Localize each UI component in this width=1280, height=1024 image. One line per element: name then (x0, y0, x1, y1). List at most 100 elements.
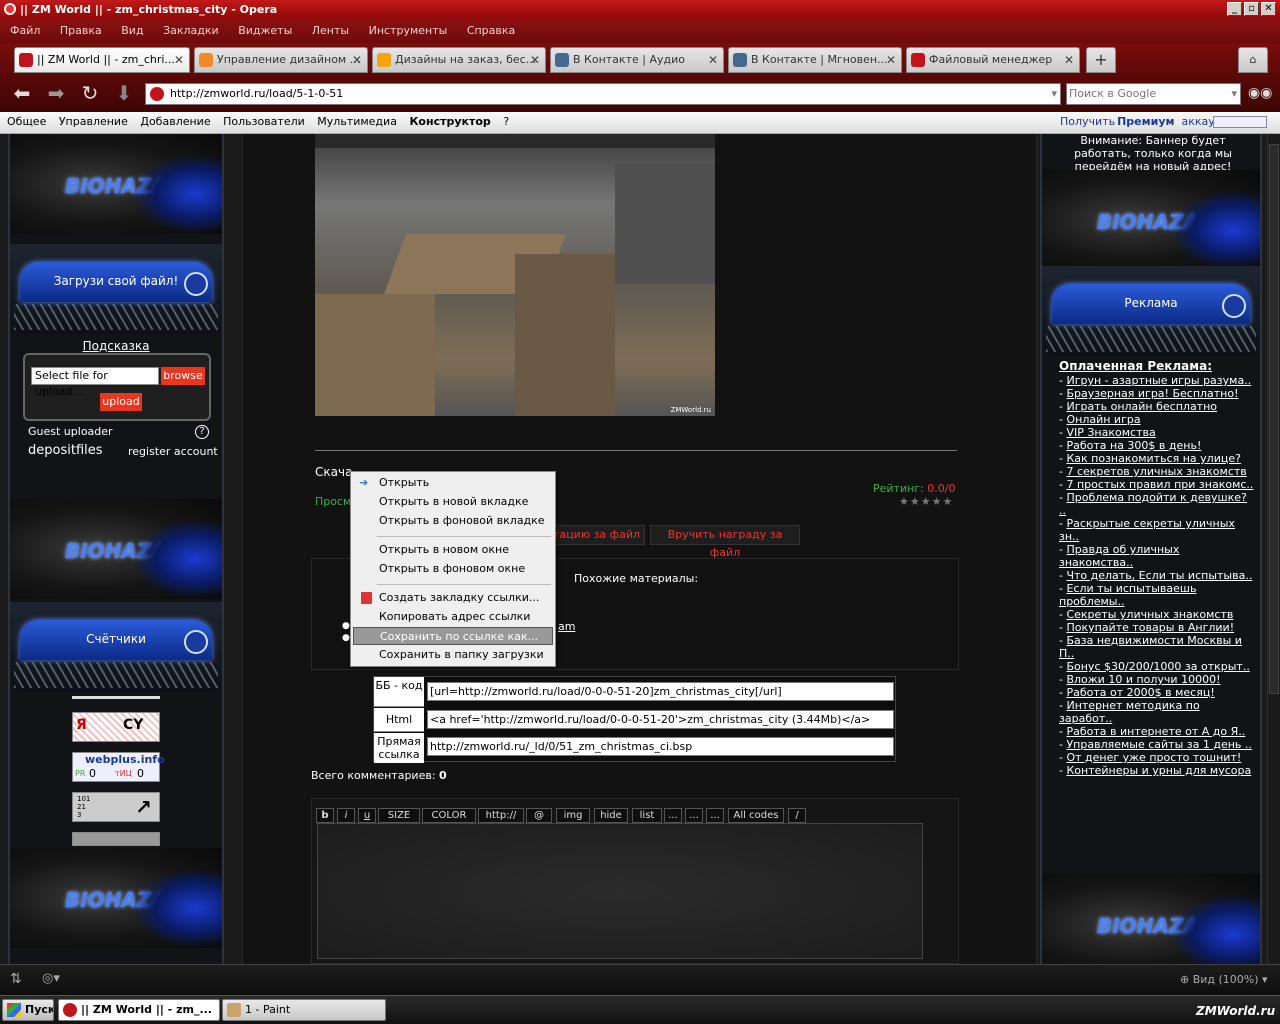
bb-size-select[interactable]: SIZE (378, 808, 420, 823)
ctx-open-background-tab[interactable]: Открыть в фоновой вкладке (353, 512, 553, 530)
panel-general[interactable]: Общее (7, 112, 46, 132)
browse-button[interactable]: browse (161, 367, 205, 385)
ad-link[interactable]: - База недвижимости Москвы и П.. (1059, 634, 1255, 660)
trash-icon[interactable]: ⌂ (1238, 47, 1268, 73)
close-tab-icon[interactable]: ✕ (352, 48, 362, 72)
ad-link[interactable]: - Работа в интернете от А до Я.. (1059, 725, 1255, 738)
tab-zmworld[interactable]: || ZM World || - zm_chri... ✕ (14, 47, 190, 73)
ctx-open[interactable]: ➜ Открыть (353, 474, 553, 492)
upload-button[interactable]: upload (100, 393, 142, 411)
menu-widgets[interactable]: Виджеты (238, 19, 292, 43)
speed-dial-icon[interactable]: ◎▾ (42, 971, 60, 986)
html-code-field[interactable]: <a href='http://zmworld.ru/load/0-0-0-51… (427, 710, 894, 729)
bb-list-button[interactable]: list (632, 808, 662, 823)
bb-code-field[interactable]: [url=http://zmworld.ru/load/0-0-0-51-20]… (427, 682, 894, 701)
search-engine-chevron-icon[interactable]: ▾ (1231, 84, 1237, 104)
close-tab-icon[interactable]: ✕ (708, 48, 718, 72)
bb-underline-button[interactable]: u (358, 808, 376, 823)
bb-more-button[interactable]: ... (706, 808, 724, 823)
close-tab-icon[interactable]: ✕ (1064, 48, 1074, 72)
menu-bookmarks[interactable]: Закладки (163, 19, 219, 43)
similar-link[interactable]: am (558, 620, 575, 633)
ad-link[interactable]: - Браузерная игра! Бесплатно! (1059, 387, 1255, 400)
ctx-save-link-as[interactable]: Сохранить по ссылке как... (353, 627, 553, 645)
help-icon[interactable]: ? (195, 425, 209, 439)
menu-edit[interactable]: Правка (60, 19, 102, 43)
close-tab-icon[interactable]: ✕ (530, 48, 540, 72)
bb-color-select[interactable]: COLOR (422, 808, 476, 823)
panel-add[interactable]: Добавление (140, 112, 210, 132)
ad-link[interactable]: - Раскрытые секреты уличных зн.. (1059, 517, 1255, 543)
zoom-control[interactable]: ⊕ Вид (100%) ▾ (1180, 973, 1268, 986)
map-screenshot-image[interactable]: ZMWorld.ru (315, 134, 715, 416)
ad-link[interactable]: - Работа от 2000$ в месяц! (1059, 686, 1255, 699)
depositfiles-logo[interactable]: depositfiles (28, 443, 103, 458)
bb-more-button[interactable]: ... (664, 808, 682, 823)
ctx-open-background-window[interactable]: Открыть в фоновом окне (353, 560, 553, 578)
hint-link[interactable]: Подсказка (10, 339, 222, 353)
ad-link[interactable]: - Секреты уличных знакомств (1059, 608, 1255, 621)
tab-vk-audio[interactable]: В Контакте | Аудио ✕ (550, 47, 724, 73)
biohazard-banner[interactable]: BIOHAZARD (10, 499, 222, 599)
direct-link-field[interactable]: http://zmworld.ru/_ld/0/51_zm_christmas_… (427, 737, 894, 756)
menu-file[interactable]: Файл (10, 19, 40, 43)
tab-vk-messages[interactable]: В Контакте | Мгновен... ✕ (728, 47, 902, 73)
ad-link[interactable]: - Управляемые сайты за 1 день .. (1059, 738, 1255, 751)
menu-help[interactable]: Справка (467, 19, 515, 43)
premium-link[interactable]: Получить Премиум аккаунт (1053, 112, 1230, 132)
ad-link[interactable]: - Играть онлайн бесплатно (1059, 400, 1255, 413)
bb-more-button[interactable]: ... (685, 808, 703, 823)
bb-bold-button[interactable]: b (316, 808, 334, 823)
close-tab-icon[interactable]: ✕ (886, 48, 896, 72)
counter-badge[interactable] (72, 832, 160, 846)
bb-url-button[interactable]: http:// (478, 808, 524, 823)
panels-toggle-icon[interactable]: ⇅ (10, 971, 22, 987)
ad-link[interactable]: - Работа на 300$ в день! (1059, 439, 1255, 452)
yandex-cy-counter[interactable]: Я CY (72, 712, 160, 742)
menu-feeds[interactable]: Ленты (312, 19, 349, 43)
bb-img-button[interactable]: img (556, 808, 590, 823)
panel-multimedia[interactable]: Мультимедиа (317, 112, 397, 132)
ad-link[interactable]: - Игрун - азартные игры разума.. (1059, 374, 1255, 387)
tab-file-manager[interactable]: Файловый менеджер ✕ (906, 47, 1080, 73)
taskbar-opera[interactable]: || ZM World || - zm_... (58, 999, 220, 1021)
ad-link[interactable]: - Правда об уличных знакомства.. (1059, 543, 1255, 569)
ctx-open-new-tab[interactable]: Открыть в новой вкладке (353, 493, 553, 511)
ctx-copy-link[interactable]: Копировать адрес ссылки (353, 608, 553, 626)
bb-italic-button[interactable]: i (337, 808, 355, 823)
minimize-button[interactable]: _ (1227, 2, 1242, 16)
panel-manage[interactable]: Управление (59, 112, 128, 132)
webplus-counter[interactable]: webplus.info PR 0 тИЦ 0 (72, 752, 165, 782)
vertical-scrollbar[interactable] (1267, 134, 1280, 964)
menu-view[interactable]: Вид (121, 19, 143, 43)
back-icon[interactable]: ⬅ (10, 81, 34, 105)
chevron-down-icon[interactable]: ▾ (1051, 84, 1057, 104)
start-button[interactable]: Пуск (2, 999, 54, 1021)
tab-design[interactable]: Управление дизайном ... ✕ (194, 47, 368, 73)
menu-tools[interactable]: Инструменты (369, 19, 448, 43)
liveinternet-counter[interactable]: 101 21 3 ↗ (72, 792, 160, 822)
reload-icon[interactable]: ↻ (78, 81, 102, 105)
file-upload-input[interactable]: Select file for upload... (31, 367, 159, 398)
forward-icon[interactable]: ➡ (44, 81, 68, 105)
bb-close-tag-button[interactable]: / (788, 808, 806, 823)
register-account-link[interactable]: register account (128, 445, 218, 458)
panel-help[interactable]: ? (503, 112, 509, 132)
address-field[interactable]: http://zmworld.ru/load/5-1-0-51 ▾ (145, 83, 1061, 105)
ad-link[interactable]: - 7 секретов уличных знакомств (1059, 465, 1255, 478)
new-tab-button[interactable]: + (1086, 47, 1116, 73)
ad-link[interactable]: - Что делать, Если ты испытыва.. (1059, 569, 1255, 582)
close-tab-icon[interactable]: ✕ (174, 48, 184, 72)
ad-link[interactable]: - Контейнеры и урны для мусора (1059, 764, 1255, 777)
ad-link[interactable]: - Проблема подойти к девушке? .. (1059, 491, 1255, 517)
ad-link[interactable]: - Если ты испытываешь проблемы.. (1059, 582, 1255, 608)
ctx-open-new-window[interactable]: Открыть в новом окне (353, 541, 553, 559)
scrollbar-thumb[interactable] (1269, 144, 1279, 694)
ad-link[interactable]: - Вложи 10 и получи 10000! (1059, 673, 1255, 686)
award-button[interactable]: Вручить награду за файл (650, 525, 800, 559)
ad-link[interactable]: - Бонус $30/200/1000 за открыт.. (1059, 660, 1255, 673)
panel-users[interactable]: Пользователи (223, 112, 305, 132)
ad-link[interactable]: - 7 простых правил при знакомс.. (1059, 478, 1255, 491)
reputation-button[interactable]: утацию за файл (543, 525, 645, 545)
ad-link[interactable]: - Онлайн игра (1059, 413, 1255, 426)
